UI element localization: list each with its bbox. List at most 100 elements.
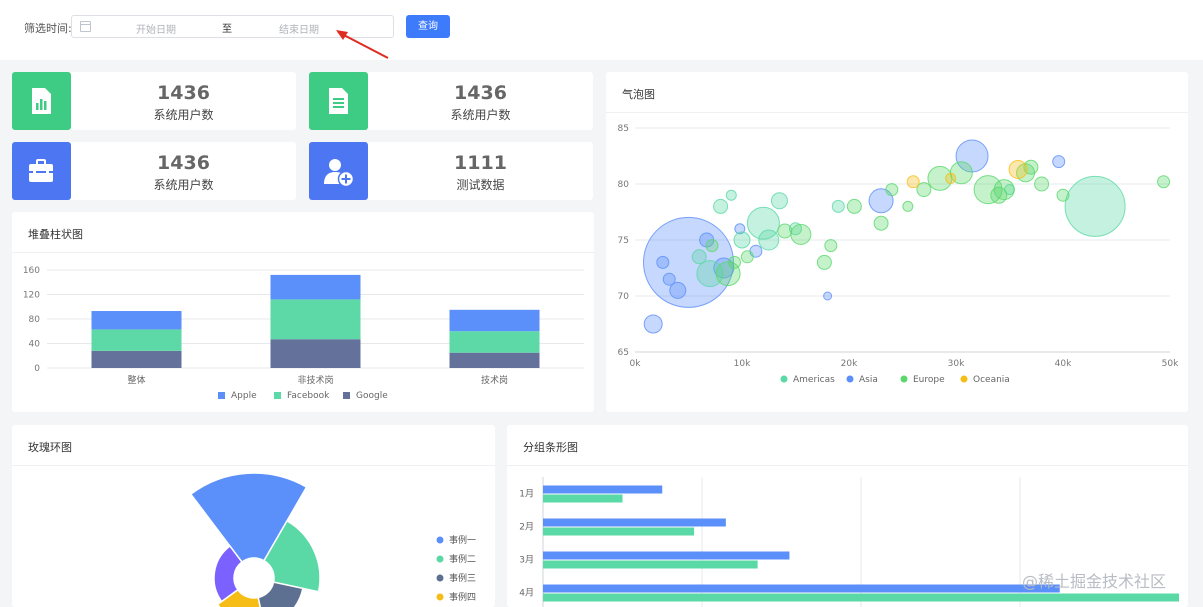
filter-bar: 筛选时间: 开始日期 至 结束日期 查询	[0, 0, 1203, 60]
bubble	[873, 215, 889, 231]
bubble	[831, 199, 845, 213]
bubble	[824, 239, 838, 253]
legend-marker	[343, 392, 350, 399]
bubble	[656, 255, 670, 269]
legend-label: 事例二	[449, 553, 476, 565]
bubble	[770, 192, 788, 210]
legend-label: Apple	[231, 391, 257, 401]
bar	[543, 560, 758, 569]
bubble	[1056, 188, 1070, 202]
legend-label: Google	[356, 391, 388, 401]
legend-label: 事例一	[449, 534, 476, 546]
y-tick-label: 65	[618, 348, 629, 358]
bubble	[1034, 176, 1050, 192]
bubble	[1052, 155, 1066, 169]
stat-label: 测试数据	[456, 178, 505, 192]
x-tick-label: 30k	[948, 359, 965, 369]
bar	[543, 485, 663, 494]
bar-segment	[91, 329, 182, 351]
bubble	[990, 186, 1008, 204]
bubble	[846, 198, 862, 214]
bubble	[725, 189, 737, 201]
filter-label: 筛选时间:	[24, 22, 72, 35]
legend-marker	[846, 375, 854, 383]
stacked-bar-chart: 0 40 80 120 160 整体 非技术岗 技术岗 Apple Facebook Google	[23, 266, 584, 401]
stat-label: 系统用户数	[153, 108, 214, 122]
report-icon	[12, 72, 71, 130]
bubble	[1157, 175, 1171, 189]
query-button[interactable]: 查询	[406, 15, 450, 38]
legend-marker	[274, 392, 281, 399]
annotation-arrow-icon	[336, 30, 389, 59]
bar-segment	[91, 311, 182, 330]
bar-segment	[449, 352, 540, 368]
briefcase-icon	[12, 142, 71, 200]
date-separator: 至	[222, 24, 232, 35]
y-tick-label: 1月	[519, 489, 534, 500]
y-tick-label: 4月	[519, 588, 534, 599]
y-tick-label: 85	[618, 124, 629, 134]
bubble	[823, 291, 833, 301]
calendar-icon	[80, 21, 91, 32]
bubble	[945, 172, 957, 184]
y-tick-label: 70	[618, 292, 630, 302]
legend-label: 事例三	[449, 572, 476, 584]
end-date-input[interactable]: 结束日期	[279, 21, 319, 36]
bar-segment	[270, 299, 361, 340]
legend-marker	[436, 574, 444, 582]
bubble	[1064, 175, 1126, 237]
bar	[543, 518, 726, 527]
y-tick-label: 2月	[519, 522, 534, 533]
bubble	[691, 249, 707, 265]
x-tick-label: 0k	[630, 359, 642, 369]
bar-segment	[91, 350, 182, 368]
stat-label: 系统用户数	[450, 108, 511, 122]
bar	[543, 584, 1060, 593]
y-tick-label: 0	[34, 364, 40, 374]
stat-card-test-data: 1111 测试数据	[309, 142, 593, 200]
legend-marker	[960, 375, 968, 383]
legend-label: Americas	[793, 375, 835, 385]
stat-value: 1111	[454, 152, 507, 174]
stat-label: 系统用户数	[153, 178, 214, 192]
legend-marker	[218, 392, 225, 399]
bar	[543, 527, 695, 536]
stat-card-users-2: 1436 系统用户数	[309, 72, 593, 130]
legend-label: Facebook	[287, 391, 330, 401]
bar	[543, 494, 623, 503]
x-tick-label: 技术岗	[481, 374, 508, 386]
legend-label: Oceania	[973, 375, 1010, 385]
stacked-bar-panel: 堆叠柱状图 0 40 80 120 160 整体 非技术岗 技术岗 Apple Facebook G…	[12, 212, 594, 412]
legend-label: Europe	[913, 375, 945, 385]
bubble	[916, 182, 932, 198]
x-tick-label: 40k	[1055, 359, 1072, 369]
stat-card-users-3: 1436 系统用户数	[12, 142, 296, 200]
legend-label: 事例四	[449, 591, 476, 603]
bubble-chart: 65 70 75 80 85 0k 10k 20k 30k 40k 50k Americas Asia E…	[618, 124, 1180, 385]
bubble-panel: 气泡图 65 70 75 80 85 0k 10k 20k 30k 40k 50k Americas A…	[606, 72, 1188, 412]
bar-segment	[449, 331, 540, 353]
bar	[543, 593, 1179, 602]
bubble	[816, 254, 832, 270]
start-date-input[interactable]: 开始日期	[136, 21, 176, 36]
bubble	[906, 175, 920, 189]
stat-value: 1436	[157, 152, 210, 174]
bubble	[643, 314, 663, 334]
x-tick-label: 非技术岗	[297, 374, 333, 386]
bar-segment	[270, 274, 361, 300]
y-tick-label: 80	[618, 180, 630, 190]
bubble	[1008, 159, 1028, 179]
bubble	[740, 250, 754, 264]
stat-value: 1436	[454, 82, 507, 104]
x-tick-label: 50k	[1162, 359, 1179, 369]
x-tick-label: 20k	[841, 359, 858, 369]
y-tick-label: 80	[29, 315, 41, 325]
x-tick-label: 10k	[734, 359, 751, 369]
stat-card-users-1: 1436 系统用户数	[12, 72, 296, 130]
bubble	[728, 255, 742, 269]
bubble	[902, 200, 914, 212]
y-tick-label: 120	[23, 291, 40, 301]
bubble	[790, 223, 812, 245]
legend-marker	[436, 555, 444, 563]
y-tick-label: 40	[29, 340, 41, 350]
